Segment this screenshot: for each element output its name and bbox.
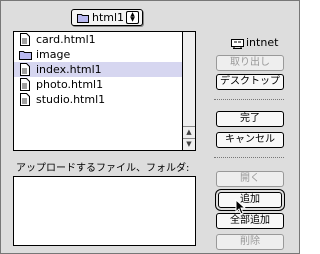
eject-button[interactable]: 取り出し	[216, 55, 284, 71]
mouse-pointer-icon	[235, 198, 247, 215]
upload-list-label: アップロードするファイル、フォルダ:	[16, 163, 190, 174]
file-name: index.html1	[36, 63, 102, 76]
file-upload-dialog: html1 ▲ ▼ card.html1 image index.html1 p…	[0, 0, 300, 254]
file-list[interactable]: card.html1 image index.html1 photo.html1…	[13, 31, 196, 151]
list-item[interactable]: studio.html1	[14, 92, 195, 107]
updown-arrows-icon: ▲ ▼	[126, 11, 139, 24]
file-name: image	[36, 48, 71, 61]
separator	[214, 157, 284, 158]
list-item-selected[interactable]: index.html1	[14, 62, 184, 77]
file-list-scrollbar[interactable]: ▲ ▼	[182, 32, 195, 150]
list-item[interactable]: image	[14, 47, 195, 62]
remove-button[interactable]: 削除	[216, 234, 284, 250]
folder-icon	[19, 48, 32, 61]
file-name: photo.html1	[36, 78, 104, 91]
scroll-down-arrow-icon[interactable]: ▼	[183, 138, 195, 150]
document-icon	[19, 33, 31, 46]
document-icon	[19, 78, 31, 91]
list-item[interactable]: card.html1	[14, 32, 195, 47]
document-icon	[19, 63, 31, 76]
folder-popup-label: html1	[92, 11, 125, 24]
folder-icon	[77, 8, 89, 27]
disk-name: intnet	[231, 36, 278, 49]
document-icon	[19, 93, 31, 106]
list-item[interactable]: photo.html1	[14, 77, 195, 92]
separator	[214, 99, 284, 100]
disk-icon	[231, 37, 244, 49]
upload-list[interactable]	[13, 176, 196, 246]
done-button[interactable]: 完了	[216, 111, 284, 127]
add-all-button[interactable]: 全部追加	[216, 213, 284, 229]
file-name: card.html1	[36, 33, 96, 46]
open-button[interactable]: 開く	[216, 171, 284, 187]
desktop-button[interactable]: デスクトップ	[216, 74, 284, 90]
disk-name-label: intnet	[246, 36, 279, 49]
folder-popup-menu[interactable]: html1 ▲ ▼	[71, 9, 143, 26]
file-name: studio.html1	[36, 93, 106, 106]
scroll-up-arrow-icon[interactable]: ▲	[183, 126, 195, 138]
cancel-button[interactable]: キャンセル	[216, 132, 284, 148]
add-button[interactable]: 追加	[218, 192, 282, 208]
